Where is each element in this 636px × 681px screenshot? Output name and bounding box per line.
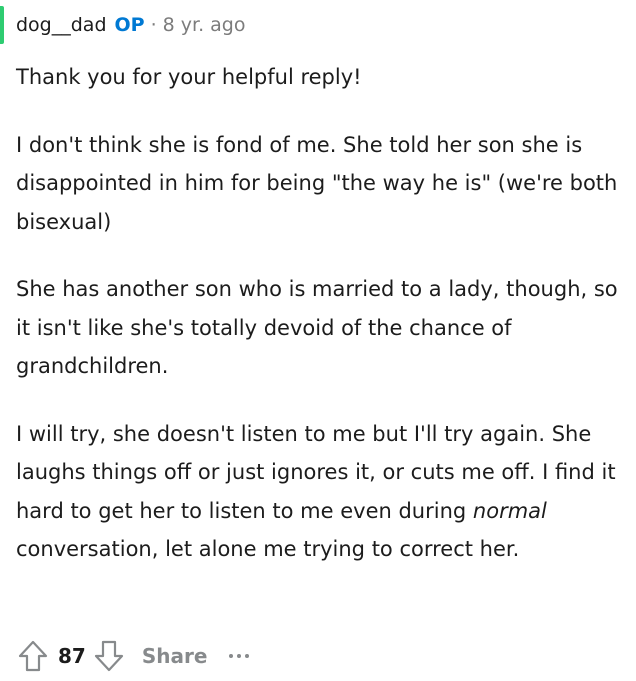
- comment-emphasis: normal: [472, 498, 547, 523]
- comment-paragraph: I don't think she is fond of me. She tol…: [16, 132, 618, 234]
- more-options-button[interactable]: [229, 646, 250, 666]
- comment-paragraph: I will try, she doesn't listen to me but…: [16, 415, 620, 569]
- op-badge: OP: [114, 14, 145, 36]
- share-button[interactable]: Share: [142, 644, 208, 668]
- header-separator: ·: [150, 14, 157, 36]
- comment-paragraph: Thank you for your helpful reply!: [16, 65, 362, 89]
- comment-actions: 87 Share: [14, 636, 250, 676]
- arrow-down-icon: [94, 640, 123, 672]
- comment-age[interactable]: 8 yr. ago: [163, 14, 246, 36]
- comment-paragraph: She has another son who is married to a …: [16, 277, 618, 378]
- more-dots-icon: [237, 654, 242, 658]
- more-dots-icon: [229, 654, 234, 658]
- comment-header: dog__dad OP · 8 yr. ago: [16, 10, 246, 40]
- downvote-button[interactable]: [90, 637, 128, 675]
- thread-line[interactable]: [0, 6, 4, 44]
- comment-body: Thank you for your helpful reply! I don'…: [16, 58, 620, 569]
- arrow-up-icon: [18, 640, 48, 672]
- more-dots-icon: [245, 654, 250, 658]
- author-username[interactable]: dog__dad: [16, 14, 107, 36]
- comment-text: conversation, let alone me trying to cor…: [16, 537, 520, 561]
- vote-score: 87: [58, 644, 86, 668]
- upvote-button[interactable]: [14, 637, 52, 675]
